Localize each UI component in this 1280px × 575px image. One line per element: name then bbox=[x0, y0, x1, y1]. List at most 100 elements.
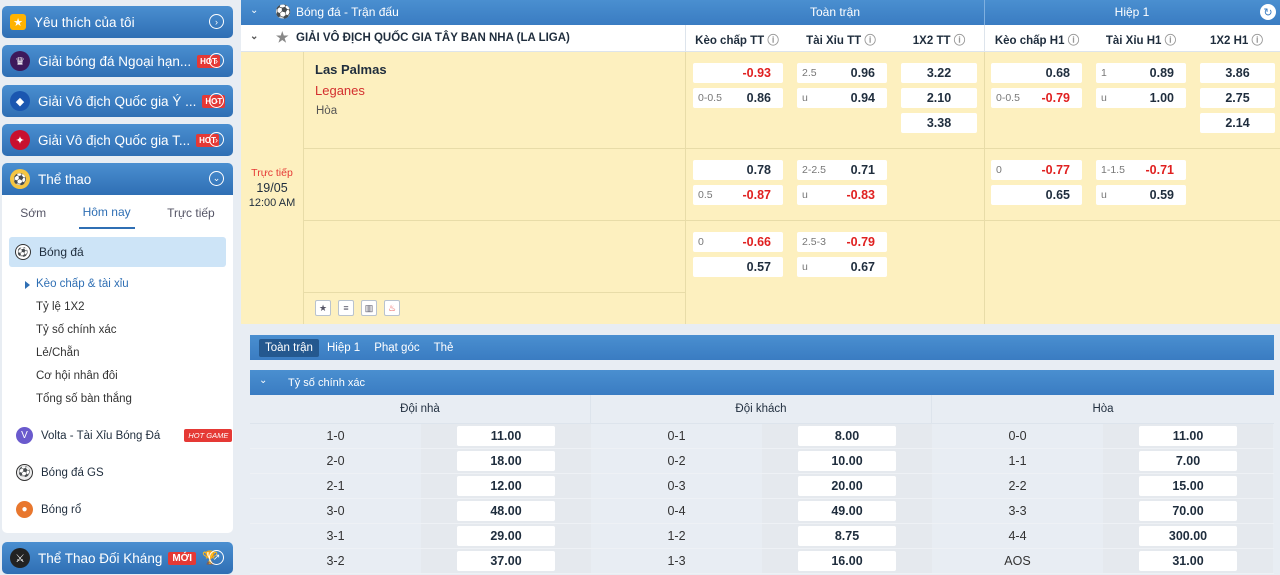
odds-cell[interactable]: u 0.59 bbox=[1096, 185, 1186, 205]
odds-button[interactable]: 300.00 bbox=[1139, 526, 1237, 546]
odds-cell[interactable]: 0-0.5 -0.79 bbox=[991, 88, 1082, 108]
tab-full-time[interactable]: Toàn trận bbox=[259, 338, 319, 357]
chevron-right-icon[interactable]: › bbox=[209, 132, 224, 147]
submenu-double-chance[interactable]: Cơ hội nhân đôi bbox=[36, 365, 233, 388]
table-row: 3-3 70.00 bbox=[932, 499, 1274, 524]
tab-early[interactable]: Sớm bbox=[16, 198, 50, 228]
odds-button[interactable]: 12.00 bbox=[457, 476, 555, 496]
table-row: 3-2 37.00 bbox=[250, 549, 591, 574]
tab-half-1[interactable]: Hiệp 1 bbox=[321, 339, 366, 357]
odds-cell[interactable]: -0.93 bbox=[693, 63, 783, 83]
odds-button[interactable]: 8.00 bbox=[798, 426, 896, 446]
odds-button[interactable]: 16.00 bbox=[798, 551, 896, 571]
odds-button[interactable]: 10.00 bbox=[798, 451, 896, 471]
chevron-right-icon[interactable]: › bbox=[209, 14, 224, 29]
sport-item-football[interactable]: ⚽ Bóng đá bbox=[9, 237, 226, 267]
stats-chart-icon[interactable]: ▥ bbox=[361, 300, 377, 316]
submenu-correct-score[interactable]: Tỷ số chính xác bbox=[36, 319, 233, 342]
odds-cell[interactable]: 1-1.5 -0.71 bbox=[1096, 160, 1186, 180]
odds-cell[interactable]: 3.22 bbox=[901, 63, 977, 83]
tab-today[interactable]: Hôm nay bbox=[78, 197, 135, 229]
serie-a-logo-icon: ◆ bbox=[10, 91, 30, 111]
chevron-down-icon[interactable]: ⌄ bbox=[250, 31, 258, 42]
section-title: Tỷ số chính xác bbox=[288, 376, 366, 389]
odds-cell[interactable]: 2.75 bbox=[1200, 88, 1275, 108]
col-1x2-h1: 1X2 H1 ⓘ bbox=[1209, 35, 1264, 47]
odds-cell[interactable]: 2.10 bbox=[901, 88, 977, 108]
league-header: ⌄ ★ GIẢI VÔ ĐỊCH QUỐC GIA TÂY BAN NHA (L… bbox=[241, 25, 1280, 52]
odds-cell[interactable]: 0 -0.77 bbox=[991, 160, 1082, 180]
table-row: 2-1 12.00 bbox=[250, 474, 591, 499]
odds-cell[interactable]: u 0.67 bbox=[797, 257, 887, 277]
odds-button[interactable]: 11.00 bbox=[457, 426, 555, 446]
odds-cell[interactable]: u 0.94 bbox=[797, 88, 887, 108]
odds-cell[interactable]: u -0.83 bbox=[797, 185, 887, 205]
table-row: 3-1 29.00 bbox=[250, 524, 591, 549]
odds-button[interactable]: 48.00 bbox=[457, 501, 555, 521]
odds-button[interactable]: 37.00 bbox=[457, 551, 555, 571]
odds-button[interactable]: 49.00 bbox=[798, 501, 896, 521]
table-row: 1-3 16.00 bbox=[591, 549, 932, 574]
odds-cell[interactable]: 0.65 bbox=[991, 185, 1082, 205]
odds-cell[interactable]: 2.5 0.96 bbox=[797, 63, 887, 83]
chevron-right-icon[interactable]: › bbox=[209, 53, 224, 68]
correct-score-header[interactable]: ⌄ Tỷ số chính xác bbox=[250, 370, 1274, 395]
table-row: 0-2 10.00 bbox=[591, 449, 932, 474]
odds-cell[interactable]: 2.14 bbox=[1200, 113, 1275, 133]
submenu-total-goals[interactable]: Tổng số bàn thắng bbox=[36, 388, 233, 411]
sport-item-volta[interactable]: V Volta - Tài Xỉu Bóng Đá HOT GAME bbox=[2, 417, 233, 454]
sport-item-basketball[interactable]: ● Bóng rổ bbox=[2, 491, 233, 528]
odds-button[interactable]: 7.00 bbox=[1139, 451, 1237, 471]
league-item-la-liga[interactable]: ✦ Giải Vô địch Quốc gia T... HOT › bbox=[2, 124, 233, 156]
fire-icon[interactable]: ♨ bbox=[384, 300, 400, 316]
odds-button[interactable]: 15.00 bbox=[1139, 476, 1237, 496]
divider bbox=[304, 292, 685, 293]
favorite-star-icon[interactable]: ★ bbox=[315, 300, 331, 316]
odds-cell[interactable]: 0-0.5 0.86 bbox=[693, 88, 783, 108]
odds-button[interactable]: 31.00 bbox=[1139, 551, 1237, 571]
sport-item-football-gs[interactable]: ⚽ Bóng đá GS bbox=[2, 454, 233, 491]
database-icon[interactable]: ≡ bbox=[338, 300, 354, 316]
odds-cell[interactable]: 0.68 bbox=[991, 63, 1082, 83]
odds-cell[interactable]: 3.86 bbox=[1200, 63, 1275, 83]
odds-button[interactable]: 70.00 bbox=[1139, 501, 1237, 521]
odds-cell[interactable]: 0.5 -0.87 bbox=[693, 185, 783, 205]
odds-button[interactable]: 11.00 bbox=[1139, 426, 1237, 446]
external-link-icon[interactable]: ↗ bbox=[209, 550, 224, 565]
new-badge: MỚI bbox=[168, 551, 196, 565]
odds-cell[interactable]: 1 0.89 bbox=[1096, 63, 1186, 83]
tab-corners[interactable]: Phạt góc bbox=[368, 339, 425, 357]
odds-cell[interactable]: 0.78 bbox=[693, 160, 783, 180]
sports-header[interactable]: ⚽ Thể thao ⌄ bbox=[2, 163, 233, 195]
odds-cell[interactable]: 0 -0.66 bbox=[693, 232, 783, 252]
chevron-right-icon[interactable]: › bbox=[209, 93, 224, 108]
star-icon[interactable]: ★ bbox=[276, 29, 289, 46]
chevron-down-icon[interactable]: ⌄ bbox=[209, 171, 224, 186]
refresh-icon[interactable]: ↻ bbox=[1260, 4, 1276, 20]
odds-cell[interactable]: 2-2.5 0.71 bbox=[797, 160, 887, 180]
odds-cell[interactable]: 0.57 bbox=[693, 257, 783, 277]
odds-button[interactable]: 18.00 bbox=[457, 451, 555, 471]
odds-button[interactable]: 8.75 bbox=[798, 526, 896, 546]
league-label: Giải Vô địch Quốc gia Ý ... bbox=[38, 93, 197, 109]
odds-cell[interactable]: 2.5-3 -0.79 bbox=[797, 232, 887, 252]
league-item-serie-a[interactable]: ◆ Giải Vô địch Quốc gia Ý ... HOT › bbox=[2, 85, 233, 117]
sport-label: Bóng đá bbox=[39, 245, 84, 259]
league-item-premier[interactable]: ♛ Giải bóng đá Ngoại hạn... HOT › bbox=[2, 45, 233, 77]
submenu-odd-even[interactable]: Lẻ/Chẵn bbox=[36, 342, 233, 365]
favorites-item[interactable]: ★ Yêu thích của tôi › bbox=[2, 6, 233, 38]
chevron-down-icon[interactable]: ⌄ bbox=[259, 375, 267, 386]
odds-cell[interactable]: u 1.00 bbox=[1096, 88, 1186, 108]
col-handicap-h1: Kèo chấp H1 ⓘ bbox=[994, 35, 1080, 47]
submenu-1x2[interactable]: Tỷ lệ 1X2 bbox=[36, 296, 233, 319]
versus-sports-item[interactable]: ⚔ Thể Thao Đối Kháng MỚI 🏆 ↗ bbox=[2, 542, 233, 574]
odds-button[interactable]: 29.00 bbox=[457, 526, 555, 546]
tab-cards[interactable]: Thẻ bbox=[428, 339, 460, 357]
submenu-handicap-ou[interactable]: Kèo chấp & tài xỉu bbox=[25, 273, 233, 296]
full-time-header: Toàn trận bbox=[809, 5, 861, 19]
odds-cell[interactable]: 3.38 bbox=[901, 113, 977, 133]
odds-button[interactable]: 20.00 bbox=[798, 476, 896, 496]
column-header: Đội khách bbox=[591, 395, 932, 424]
tab-live[interactable]: Trực tiếp bbox=[163, 198, 219, 228]
chevron-down-icon[interactable]: ⌄ bbox=[250, 5, 258, 16]
